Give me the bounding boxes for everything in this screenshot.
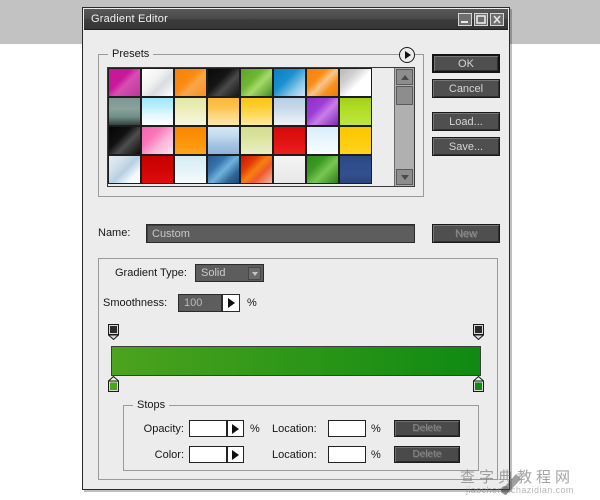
close-button[interactable] xyxy=(490,12,504,26)
gradient-type-label: Gradient Type: xyxy=(115,267,187,279)
preset-swatch[interactable] xyxy=(240,155,273,184)
preset-swatch[interactable] xyxy=(174,126,207,155)
color-location-label: Location: xyxy=(272,449,317,461)
gradient-editor-dialog: Gradient Editor Presets OK Cancel Load..… xyxy=(82,7,510,490)
gradient-preview-bar[interactable] xyxy=(111,346,481,376)
scroll-up-arrow-icon[interactable] xyxy=(396,69,413,85)
preset-swatch[interactable] xyxy=(141,68,174,97)
preset-swatch[interactable] xyxy=(240,97,273,126)
presets-panel xyxy=(107,67,415,187)
gradient-strip-area xyxy=(107,321,488,395)
preset-swatch[interactable] xyxy=(141,126,174,155)
opacity-location-unit: % xyxy=(371,423,381,435)
chevron-down-icon[interactable] xyxy=(248,267,261,280)
load-button[interactable]: Load... xyxy=(432,112,500,131)
color-location-unit: % xyxy=(371,449,381,461)
minimize-button[interactable] xyxy=(458,12,472,26)
dialog-title: Gradient Editor xyxy=(91,13,168,25)
opacity-location-label: Location: xyxy=(272,423,317,435)
preset-swatch[interactable] xyxy=(273,68,306,97)
preset-swatch[interactable] xyxy=(240,68,273,97)
arrow-down-glyph xyxy=(400,174,409,180)
preset-swatch[interactable] xyxy=(306,155,339,184)
preset-swatch[interactable] xyxy=(306,126,339,155)
color-label: Color: xyxy=(154,449,184,461)
smoothness-unit: % xyxy=(247,297,257,309)
opacity-stop-right[interactable] xyxy=(472,324,485,341)
triangle-right-icon xyxy=(232,449,239,460)
new-button[interactable]: New xyxy=(432,224,500,243)
smoothness-input[interactable]: 100 xyxy=(178,294,222,312)
arrow-up-glyph xyxy=(400,74,409,80)
preset-swatch[interactable] xyxy=(174,97,207,126)
smoothness-spinner-button[interactable] xyxy=(222,294,240,312)
dialog-titlebar[interactable]: Gradient Editor xyxy=(84,9,508,30)
presets-menu-icon[interactable] xyxy=(399,47,415,63)
preset-swatch[interactable] xyxy=(339,68,372,97)
preset-swatch[interactable] xyxy=(273,126,306,155)
triangle-right-icon xyxy=(405,51,411,59)
scroll-down-arrow-icon[interactable] xyxy=(396,169,413,185)
preset-swatch[interactable] xyxy=(240,126,273,155)
color-stop-right[interactable] xyxy=(472,375,485,392)
preset-swatch[interactable] xyxy=(207,126,240,155)
preset-swatch[interactable] xyxy=(207,97,240,126)
stops-group-label: Stops xyxy=(133,399,170,411)
gradient-type-select[interactable]: Solid xyxy=(195,264,264,282)
opacity-unit: % xyxy=(250,423,260,435)
color-delete-button[interactable]: Delete xyxy=(394,446,460,463)
chevron-down-glyph xyxy=(251,271,258,276)
name-label: Name: xyxy=(98,227,131,239)
preset-swatch[interactable] xyxy=(207,68,240,97)
preset-swatch[interactable] xyxy=(108,155,141,184)
opacity-label: Opacity: xyxy=(143,423,184,435)
preset-swatch[interactable] xyxy=(108,97,141,126)
preset-swatch[interactable] xyxy=(141,155,174,184)
presets-swatch-grid xyxy=(108,68,394,184)
preset-swatch[interactable] xyxy=(174,68,207,97)
preset-swatch[interactable] xyxy=(339,97,372,126)
cancel-button[interactable]: Cancel xyxy=(432,79,500,98)
ok-button[interactable]: OK xyxy=(432,54,500,73)
name-input[interactable]: Custom xyxy=(146,224,415,243)
gradient-settings-group: Gradient Type: Solid Smoothness: 100 % S… xyxy=(98,258,498,480)
preset-swatch[interactable] xyxy=(273,97,306,126)
window-controls xyxy=(458,12,508,26)
color-location-input[interactable] xyxy=(328,446,366,463)
preset-swatch[interactable] xyxy=(108,126,141,155)
stops-group: Stops Opacity: % Location: % Delete Colo… xyxy=(123,399,479,471)
maximize-button[interactable] xyxy=(474,12,488,26)
color-spinner-button[interactable] xyxy=(227,446,244,463)
presets-group-label: Presets xyxy=(108,48,154,60)
preset-swatch[interactable] xyxy=(273,155,306,184)
scrollbar-thumb[interactable] xyxy=(396,86,413,105)
preset-swatch[interactable] xyxy=(306,68,339,97)
preset-swatch[interactable] xyxy=(141,97,174,126)
opacity-stop-left[interactable] xyxy=(107,324,120,341)
color-stop-left[interactable] xyxy=(107,375,120,392)
preset-swatch[interactable] xyxy=(174,155,207,184)
screenshot-root: Gradient Editor Presets OK Cancel Load..… xyxy=(0,0,600,500)
preset-swatch[interactable] xyxy=(339,155,372,184)
triangle-right-icon xyxy=(232,423,239,434)
preset-swatch[interactable] xyxy=(207,155,240,184)
color-swatch-input[interactable] xyxy=(189,446,227,463)
preset-swatch[interactable] xyxy=(306,97,339,126)
presets-swatch-area[interactable] xyxy=(108,68,394,186)
presets-scrollbar[interactable] xyxy=(394,68,414,186)
triangle-right-icon xyxy=(227,298,235,308)
opacity-spinner-button[interactable] xyxy=(227,420,244,437)
opacity-delete-button[interactable]: Delete xyxy=(394,420,460,437)
presets-group: Presets xyxy=(98,47,424,197)
dialog-body: Presets OK Cancel Load... Save... New Na… xyxy=(84,30,508,488)
opacity-location-input[interactable] xyxy=(328,420,366,437)
smoothness-label: Smoothness: xyxy=(103,297,168,309)
save-button[interactable]: Save... xyxy=(432,137,500,156)
preset-swatch[interactable] xyxy=(108,68,141,97)
opacity-input[interactable] xyxy=(189,420,227,437)
preset-swatch[interactable] xyxy=(339,126,372,155)
gradient-type-value: Solid xyxy=(201,267,226,279)
